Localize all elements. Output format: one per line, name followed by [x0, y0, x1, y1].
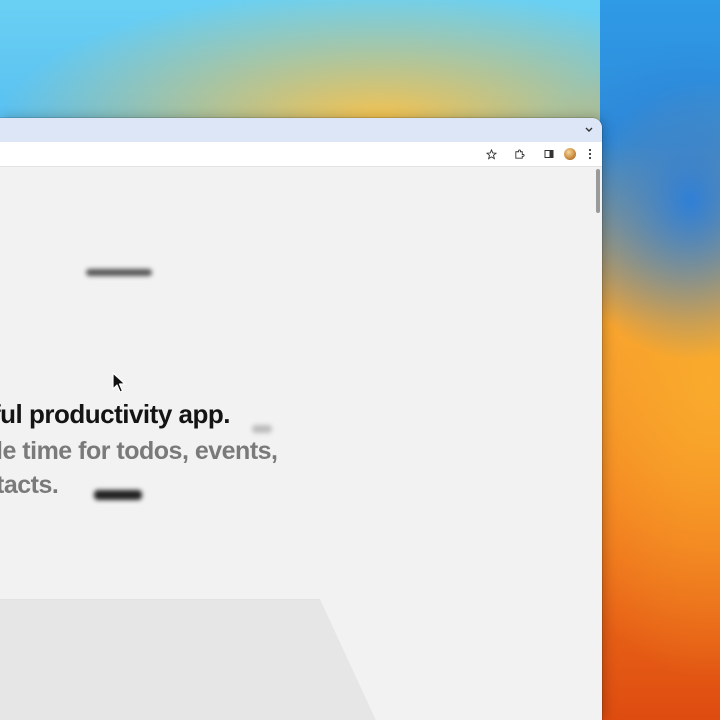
chevron-down-icon: [585, 127, 593, 132]
browser-toolbar: [0, 142, 602, 167]
hero-subline: le time for todos, events,: [0, 437, 278, 465]
tab-search-button[interactable]: [582, 123, 596, 137]
hero-headline: ful productivity app.: [0, 399, 230, 429]
more-menu-button[interactable]: [582, 146, 598, 162]
page-content: ful productivity app. le time for todos,…: [0, 167, 602, 720]
browser-window: ful productivity app. le time for todos,…: [0, 118, 602, 720]
bookmark-star-button[interactable]: [483, 146, 499, 162]
puzzle-icon: [514, 148, 525, 159]
blurred-nav-element: [86, 269, 152, 276]
vertical-dots-icon: [588, 148, 592, 160]
hero-subline-continued: tacts.: [0, 471, 59, 499]
profile-avatar[interactable]: [564, 148, 576, 160]
star-icon: [485, 148, 497, 160]
extensions-button[interactable]: [511, 146, 527, 162]
side-panel-icon: [544, 150, 554, 158]
scrollbar-thumb[interactable]: [596, 169, 600, 213]
mouse-pointer-icon: [112, 372, 126, 393]
desktop-wallpaper: [600, 0, 720, 720]
browser-titlebar: [0, 118, 602, 142]
blurred-highlight: [252, 425, 272, 433]
side-panel-button[interactable]: [541, 146, 557, 162]
blurred-cta-button[interactable]: [94, 490, 142, 500]
product-preview-shape: [0, 599, 602, 720]
